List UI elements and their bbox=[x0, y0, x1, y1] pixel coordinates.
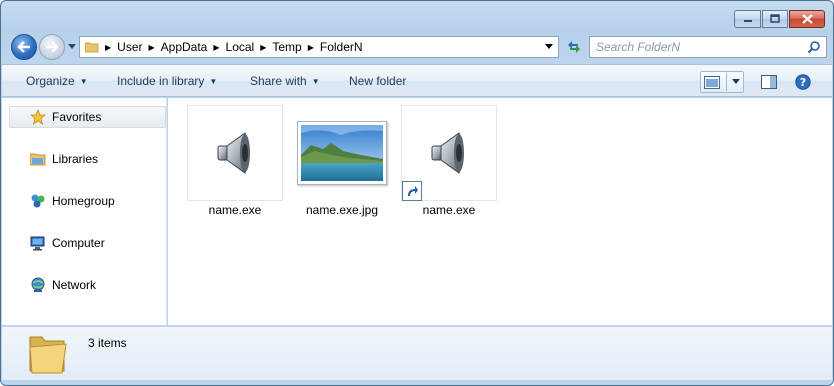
new-folder-label: New folder bbox=[349, 74, 407, 88]
forward-button[interactable] bbox=[39, 34, 65, 60]
folder-icon bbox=[85, 42, 99, 53]
search-icon[interactable] bbox=[807, 40, 821, 54]
minimize-button[interactable] bbox=[734, 10, 761, 28]
caption-buttons bbox=[734, 10, 825, 28]
command-bar: Organize ▼ Include in library ▼ Share wi… bbox=[2, 64, 832, 97]
network-icon bbox=[29, 277, 47, 293]
breadcrumb-appdata[interactable]: AppData ▶ bbox=[161, 40, 226, 54]
file-item[interactable]: name.exe.jpg bbox=[294, 105, 390, 217]
share-with-label: Share with bbox=[250, 74, 307, 88]
speaker-icon bbox=[431, 132, 464, 174]
sidebar-item-label: Homegroup bbox=[52, 194, 115, 208]
maximize-button[interactable] bbox=[762, 10, 788, 28]
file-item[interactable]: name.exe bbox=[401, 105, 497, 217]
sidebar-item-favorites[interactable]: Favorites bbox=[9, 106, 166, 128]
breadcrumb-local[interactable]: Local ▶ bbox=[226, 40, 273, 54]
shortcut-arrow-icon bbox=[402, 181, 422, 201]
star-icon bbox=[29, 109, 47, 125]
breadcrumb-temp[interactable]: Temp ▶ bbox=[272, 40, 320, 54]
recent-pages-dropdown[interactable] bbox=[67, 41, 77, 53]
breadcrumb-label: AppData bbox=[160, 40, 208, 54]
file-item[interactable]: name.exe bbox=[187, 105, 283, 217]
minimize-icon bbox=[743, 20, 752, 22]
preview-pane-button[interactable] bbox=[758, 71, 780, 93]
forward-arrow-icon bbox=[46, 41, 59, 53]
help-button[interactable]: ? bbox=[792, 71, 814, 93]
back-arrow-icon bbox=[17, 41, 30, 53]
folder-icon bbox=[29, 336, 67, 374]
organize-label: Organize bbox=[26, 74, 75, 88]
crumb-separator-root[interactable]: ▶ bbox=[103, 43, 117, 52]
computer-icon bbox=[29, 235, 47, 251]
address-row: ▶ User ▶ AppData ▶ Local ▶ Temp ▶ FolderN Se… bbox=[9, 33, 827, 61]
file-thumbnail bbox=[401, 105, 497, 201]
preview-pane-icon bbox=[761, 75, 777, 89]
breadcrumb-label: FolderN bbox=[319, 40, 363, 54]
chevron-down-icon: ▼ bbox=[209, 76, 218, 86]
file-thumbnail bbox=[187, 105, 283, 201]
refresh-button[interactable] bbox=[563, 36, 585, 58]
sidebar-item-label: Computer bbox=[52, 236, 105, 250]
explorer-window: ▶ User ▶ AppData ▶ Local ▶ Temp ▶ FolderN Se… bbox=[0, 0, 834, 386]
sidebar-item-network[interactable]: Network bbox=[9, 274, 166, 296]
address-history-dropdown[interactable] bbox=[542, 40, 556, 54]
search-placeholder: Search FolderN bbox=[596, 40, 681, 54]
svg-text:?: ? bbox=[800, 76, 806, 89]
file-name: name.exe bbox=[208, 203, 262, 217]
speaker-icon bbox=[217, 132, 250, 174]
breadcrumb-user[interactable]: User ▶ bbox=[117, 40, 161, 54]
landscape-thumbnail bbox=[297, 121, 387, 185]
chevron-down-icon: ▼ bbox=[311, 76, 320, 86]
maximize-icon bbox=[770, 14, 780, 23]
include-in-library-label: Include in library bbox=[117, 74, 205, 88]
libraries-icon bbox=[29, 151, 47, 167]
organize-menu[interactable]: Organize ▼ bbox=[26, 74, 88, 88]
search-input[interactable]: Search FolderN bbox=[589, 36, 827, 58]
details-pane: 3 items bbox=[2, 326, 832, 380]
view-icon bbox=[704, 75, 720, 89]
breadcrumb-label: User bbox=[117, 40, 143, 54]
breadcrumb-label: Temp bbox=[272, 40, 302, 54]
address-bar[interactable]: ▶ User ▶ AppData ▶ Local ▶ Temp ▶ FolderN bbox=[79, 36, 559, 58]
sidebar-item-label: Libraries bbox=[52, 152, 99, 166]
sidebar-item-computer[interactable]: Computer bbox=[9, 232, 166, 254]
homegroup-icon bbox=[29, 193, 47, 209]
file-list: name.exe name.exe.jpg name.exe bbox=[168, 98, 832, 325]
chevron-down-icon bbox=[545, 44, 553, 49]
close-button[interactable] bbox=[789, 10, 825, 28]
file-name: name.exe.jpg bbox=[305, 203, 379, 217]
breadcrumb-label: Local bbox=[225, 40, 255, 54]
help-icon: ? bbox=[795, 74, 811, 90]
close-icon bbox=[801, 14, 813, 24]
file-thumbnail bbox=[294, 105, 390, 201]
back-button[interactable] bbox=[11, 34, 37, 60]
breadcrumb-foldern[interactable]: FolderN bbox=[320, 40, 363, 54]
file-name: name.exe bbox=[422, 203, 476, 217]
chevron-down-icon bbox=[68, 44, 76, 49]
sidebar-item-label: Network bbox=[52, 278, 97, 292]
split-divider bbox=[726, 73, 727, 91]
refresh-icon bbox=[568, 41, 580, 53]
sidebar-item-label: Favorites bbox=[52, 110, 102, 124]
sidebar-item-homegroup[interactable]: Homegroup bbox=[9, 190, 166, 212]
sidebar-item-libraries[interactable]: Libraries bbox=[9, 148, 166, 170]
new-folder-button[interactable]: New folder bbox=[349, 74, 406, 88]
change-view-button[interactable] bbox=[700, 71, 744, 93]
share-with-menu[interactable]: Share with ▼ bbox=[250, 74, 320, 88]
chevron-down-icon bbox=[732, 79, 740, 84]
include-in-library-menu[interactable]: Include in library ▼ bbox=[117, 74, 217, 88]
chevron-down-icon: ▼ bbox=[79, 76, 88, 86]
item-count: 3 items bbox=[88, 336, 127, 350]
navigation-pane: Favorites Libraries Homegroup Computer N… bbox=[2, 98, 167, 325]
